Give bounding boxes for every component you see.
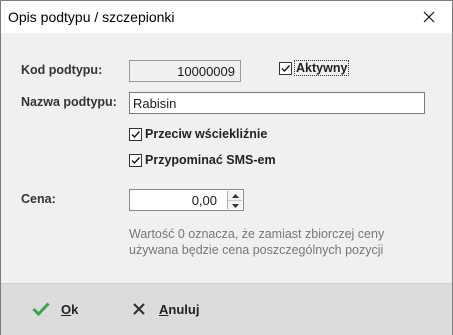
spin-up-button[interactable] — [228, 191, 242, 200]
ok-label: Ok — [61, 301, 79, 317]
close-icon — [423, 11, 435, 23]
window-title: Opis podtypu / szczepionki — [8, 9, 175, 25]
arrow-down-icon — [231, 203, 239, 208]
button-bar: Ok Anuluj — [1, 283, 452, 335]
spin-down-button[interactable] — [228, 200, 242, 210]
checkmark-icon — [131, 130, 141, 138]
cancel-button[interactable]: Anuluj — [129, 297, 199, 321]
rabies-label: Przeciw wściekliźnie — [145, 127, 268, 141]
x-icon — [129, 299, 149, 319]
rabies-checkbox[interactable]: Przeciw wściekliźnie — [129, 127, 267, 141]
price-hint: Wartość 0 oznacza, że zamiast zbiorczej … — [129, 227, 385, 257]
checkmark-icon — [31, 299, 51, 319]
sms-label: Przypominać SMS-em — [145, 153, 276, 167]
active-label: Aktywny — [293, 60, 350, 76]
price-value: 0,00 — [191, 193, 217, 208]
checkmark-icon — [131, 156, 141, 164]
cancel-label: Anuluj — [159, 301, 200, 317]
price-spinner[interactable] — [227, 191, 242, 209]
title-bar: Opis podtypu / szczepionki — [1, 1, 452, 33]
ok-button[interactable]: Ok — [31, 297, 78, 321]
price-label: Cena: — [21, 192, 56, 206]
sms-checkbox[interactable]: Przypominać SMS-em — [129, 153, 276, 167]
price-input[interactable]: 0,00 — [129, 189, 244, 211]
name-label: Nazwa podtypu: — [21, 95, 117, 109]
form-area: Kod podtypu: 10000009 Aktywny Nazwa podt… — [1, 33, 452, 283]
dialog-window: Opis podtypu / szczepionki Kod podtypu: … — [0, 0, 453, 335]
close-button[interactable] — [406, 1, 452, 33]
name-input[interactable]: Rabisin — [129, 92, 425, 114]
code-label: Kod podtypu: — [21, 63, 103, 77]
active-checkbox-box[interactable] — [279, 61, 292, 75]
rabies-checkbox-box[interactable] — [129, 127, 142, 141]
active-checkbox[interactable]: Aktywny — [279, 60, 350, 76]
code-field: 10000009 — [129, 60, 241, 82]
arrow-up-icon — [231, 193, 239, 198]
checkmark-icon — [281, 64, 291, 72]
sms-checkbox-box[interactable] — [129, 153, 142, 167]
